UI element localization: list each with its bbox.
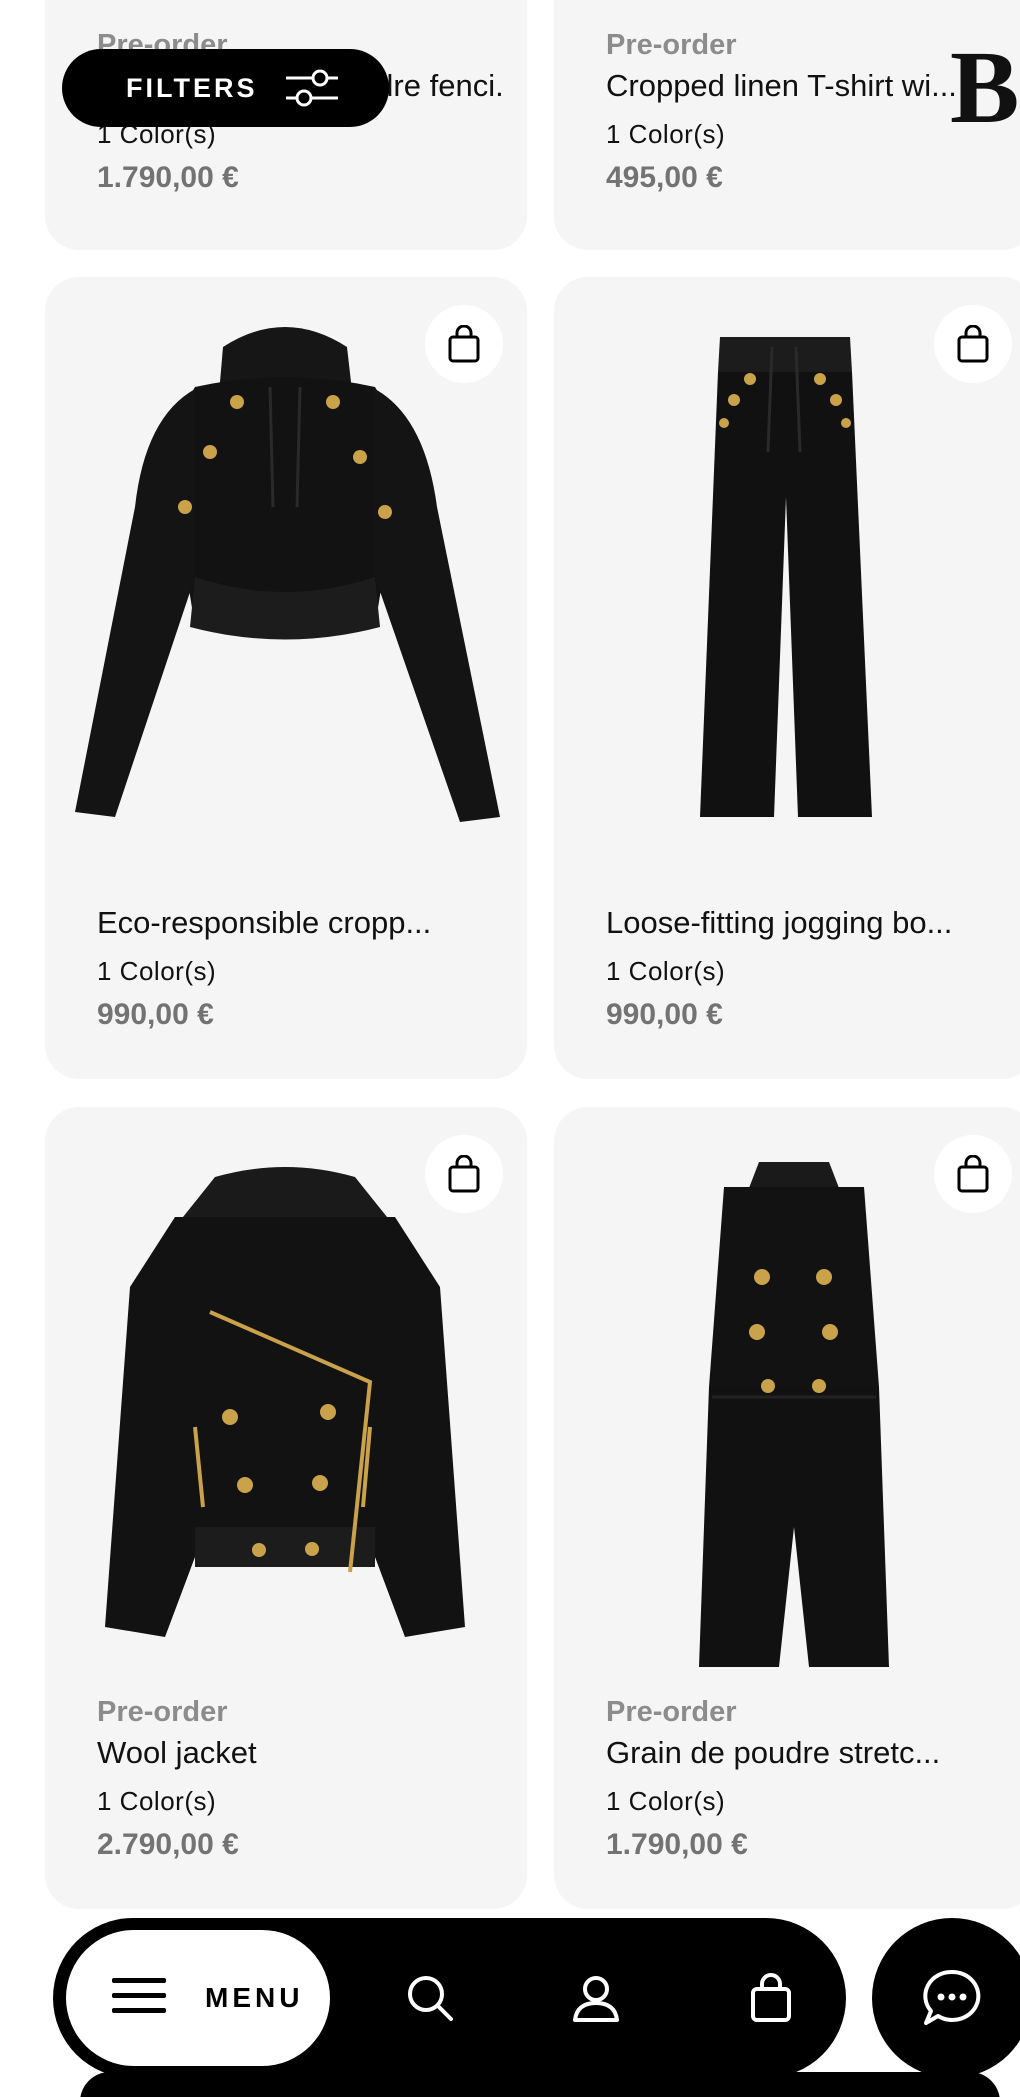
account-button[interactable] xyxy=(566,1968,626,2028)
color-count: 1 Color(s) xyxy=(97,956,217,986)
menu-icon xyxy=(112,1978,166,2013)
sliders-icon xyxy=(286,69,338,107)
product-price: 990,00 € xyxy=(606,998,723,1031)
search-button[interactable] xyxy=(400,1968,460,2028)
product-price: 495,00 € xyxy=(606,161,723,194)
shopping-bag-icon xyxy=(957,325,989,363)
shopping-bag-icon xyxy=(448,325,480,363)
chat-icon xyxy=(923,1969,981,2025)
product-card[interactable]: Pre-order Grain de poudre stretc... 1 Co… xyxy=(554,1107,1020,1909)
add-to-bag-button[interactable] xyxy=(425,1135,503,1213)
search-icon xyxy=(408,1976,453,2021)
color-count: 1 Color(s) xyxy=(97,1786,217,1816)
filters-button[interactable]: FILTERS xyxy=(62,49,389,127)
bag-icon xyxy=(751,1973,791,2022)
product-grid: Pre-order Stretch grain de poudre fenci.… xyxy=(0,0,1020,2097)
shopping-bag-icon xyxy=(448,1155,480,1193)
product-card[interactable]: Loose-fitting jogging bo... 1 Color(s) 9… xyxy=(554,277,1020,1079)
bottom-edge-bar xyxy=(80,2072,1000,2097)
product-name[interactable]: Grain de poudre stretc... xyxy=(606,1731,1012,1775)
account-icon xyxy=(573,1976,619,2022)
add-to-bag-button[interactable] xyxy=(934,1135,1012,1213)
svg-text:B: B xyxy=(950,40,1019,132)
preorder-badge: Pre-order xyxy=(606,1696,737,1728)
product-name[interactable]: Wool jacket xyxy=(97,1731,503,1775)
color-count: 1 Color(s) xyxy=(606,1786,726,1816)
menu-label: MENU xyxy=(205,1982,304,2013)
shopping-bag-icon xyxy=(957,1155,989,1193)
product-price: 1.790,00 € xyxy=(97,161,239,194)
filters-label: FILTERS xyxy=(126,72,258,103)
product-name[interactable]: Eco-responsible cropp... xyxy=(97,901,503,945)
product-price: 990,00 € xyxy=(97,998,214,1031)
brand-b-logo: B xyxy=(950,40,1019,132)
menu-button[interactable]: MENU xyxy=(66,1930,330,2066)
brand-logo[interactable]: B xyxy=(950,40,1020,132)
product-price: 1.790,00 € xyxy=(606,1828,748,1861)
bag-button[interactable] xyxy=(741,1968,801,2028)
add-to-bag-button[interactable] xyxy=(934,305,1012,383)
chat-button[interactable] xyxy=(872,1918,1020,2078)
product-price: 2.790,00 € xyxy=(97,1828,239,1861)
color-count: 1 Color(s) xyxy=(606,956,726,986)
add-to-bag-button[interactable] xyxy=(425,305,503,383)
bottom-navigation-bar: MENU xyxy=(53,1918,846,2078)
preorder-badge: Pre-order xyxy=(97,1696,228,1728)
product-card[interactable]: Eco-responsible cropp... 1 Color(s) 990,… xyxy=(45,277,527,1079)
product-name[interactable]: Loose-fitting jogging bo... xyxy=(606,901,1012,945)
product-card[interactable]: Pre-order Wool jacket 1 Color(s) 2.790,0… xyxy=(45,1107,527,1909)
